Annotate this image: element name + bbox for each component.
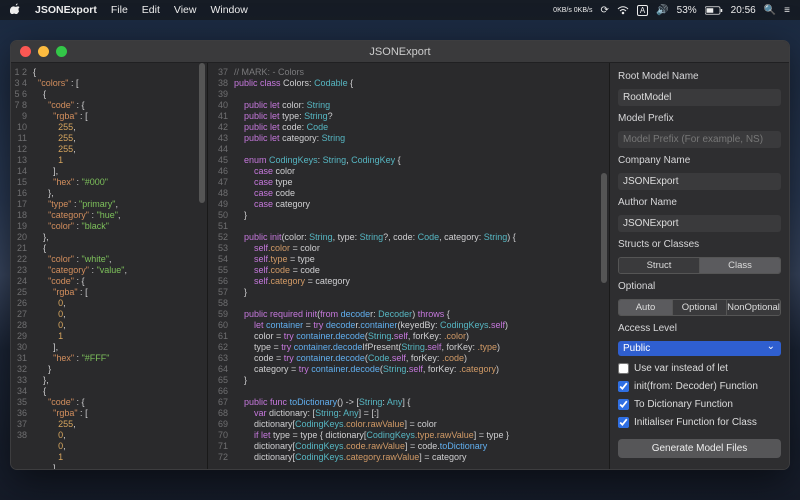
wifi-icon[interactable] — [617, 5, 629, 15]
battery-percent[interactable]: 53% — [677, 5, 697, 16]
to-dictionary-checkbox[interactable] — [618, 399, 629, 410]
menu-view[interactable]: View — [174, 4, 197, 16]
init-decoder-checkbox[interactable] — [618, 381, 629, 392]
use-var-checkbox[interactable] — [618, 363, 629, 374]
menu-edit[interactable]: Edit — [142, 4, 160, 16]
struct-class-segment: Struct Class — [618, 257, 781, 274]
menubar-app-name[interactable]: JSONExport — [35, 4, 97, 16]
input-source-icon[interactable]: A — [637, 5, 648, 16]
right-gutter: 37 38 39 40 41 42 43 44 45 46 47 48 49 5… — [208, 63, 232, 469]
nonoptional-option[interactable]: NonOptional — [726, 300, 780, 315]
menu-window[interactable]: Window — [210, 4, 247, 16]
initializer-checkbox[interactable] — [618, 417, 629, 428]
volume-icon[interactable]: 🔊 — [656, 5, 668, 16]
spotlight-icon[interactable]: 🔍 — [764, 5, 776, 16]
window-titlebar[interactable]: JSONExport — [11, 41, 789, 63]
class-option[interactable]: Class — [699, 258, 780, 273]
optional-option[interactable]: Optional — [672, 300, 726, 315]
macos-menubar: JSONExport File Edit View Window 0KB/s 0… — [0, 0, 800, 20]
init-decoder-label: init(from: Decoder) Function — [634, 381, 758, 392]
structs-or-classes-label: Structs or Classes — [618, 239, 781, 250]
apple-logo-icon[interactable] — [10, 3, 21, 17]
access-level-select[interactable]: Public — [618, 341, 781, 356]
auto-option[interactable]: Auto — [619, 300, 672, 315]
network-speed-icon[interactable]: 0KB/s 0KB/s — [553, 7, 592, 14]
app-window: JSONExport 1 2 3 4 5 6 7 8 9 10 11 12 13… — [10, 40, 790, 470]
left-gutter: 1 2 3 4 5 6 7 8 9 10 11 12 13 14 15 16 1… — [11, 63, 31, 469]
company-name-label: Company Name — [618, 155, 781, 166]
root-model-input[interactable] — [618, 89, 781, 106]
minimize-button[interactable] — [38, 46, 49, 57]
root-model-label: Root Model Name — [618, 71, 781, 82]
company-name-input[interactable] — [618, 173, 781, 190]
menubar-left: JSONExport File Edit View Window — [10, 3, 248, 17]
menubar-right: 0KB/s 0KB/s ⟳ A 🔊 53% 20:56 🔍 ≡ — [553, 5, 790, 16]
author-name-input[interactable] — [618, 215, 781, 232]
optional-segment: Auto Optional NonOptional — [618, 299, 781, 316]
access-level-select-wrap: Public — [618, 341, 781, 356]
left-scrollbar[interactable] — [197, 63, 207, 469]
control-center-icon[interactable]: ≡ — [784, 5, 790, 16]
generated-code-view[interactable]: // MARK: - Colors public class Colors: C… — [232, 63, 599, 469]
window-title: JSONExport — [11, 46, 789, 58]
to-dictionary-label: To Dictionary Function — [634, 399, 733, 410]
menu-file[interactable]: File — [111, 4, 128, 16]
window-content: 1 2 3 4 5 6 7 8 9 10 11 12 13 14 15 16 1… — [11, 63, 789, 469]
author-name-label: Author Name — [618, 197, 781, 208]
traffic-lights — [11, 46, 67, 57]
battery-icon[interactable] — [705, 6, 723, 15]
right-scrollbar[interactable] — [599, 63, 609, 469]
sync-icon[interactable]: ⟳ — [600, 5, 608, 16]
options-panel: Root Model Name Model Prefix Company Nam… — [609, 63, 789, 469]
json-editor[interactable]: { "colors" : [ { "code" : { "rgba" : [ 2… — [31, 63, 197, 469]
access-level-label: Access Level — [618, 323, 781, 334]
zoom-button[interactable] — [56, 46, 67, 57]
clock[interactable]: 20:56 — [731, 5, 756, 16]
model-prefix-label: Model Prefix — [618, 113, 781, 124]
generate-button[interactable]: Generate Model Files — [618, 439, 781, 458]
model-prefix-input[interactable] — [618, 131, 781, 148]
initializer-label: Initialiser Function for Class — [634, 417, 757, 428]
close-button[interactable] — [20, 46, 31, 57]
struct-option[interactable]: Struct — [619, 258, 699, 273]
use-var-label: Use var instead of let — [634, 363, 728, 374]
optional-label: Optional — [618, 281, 781, 292]
